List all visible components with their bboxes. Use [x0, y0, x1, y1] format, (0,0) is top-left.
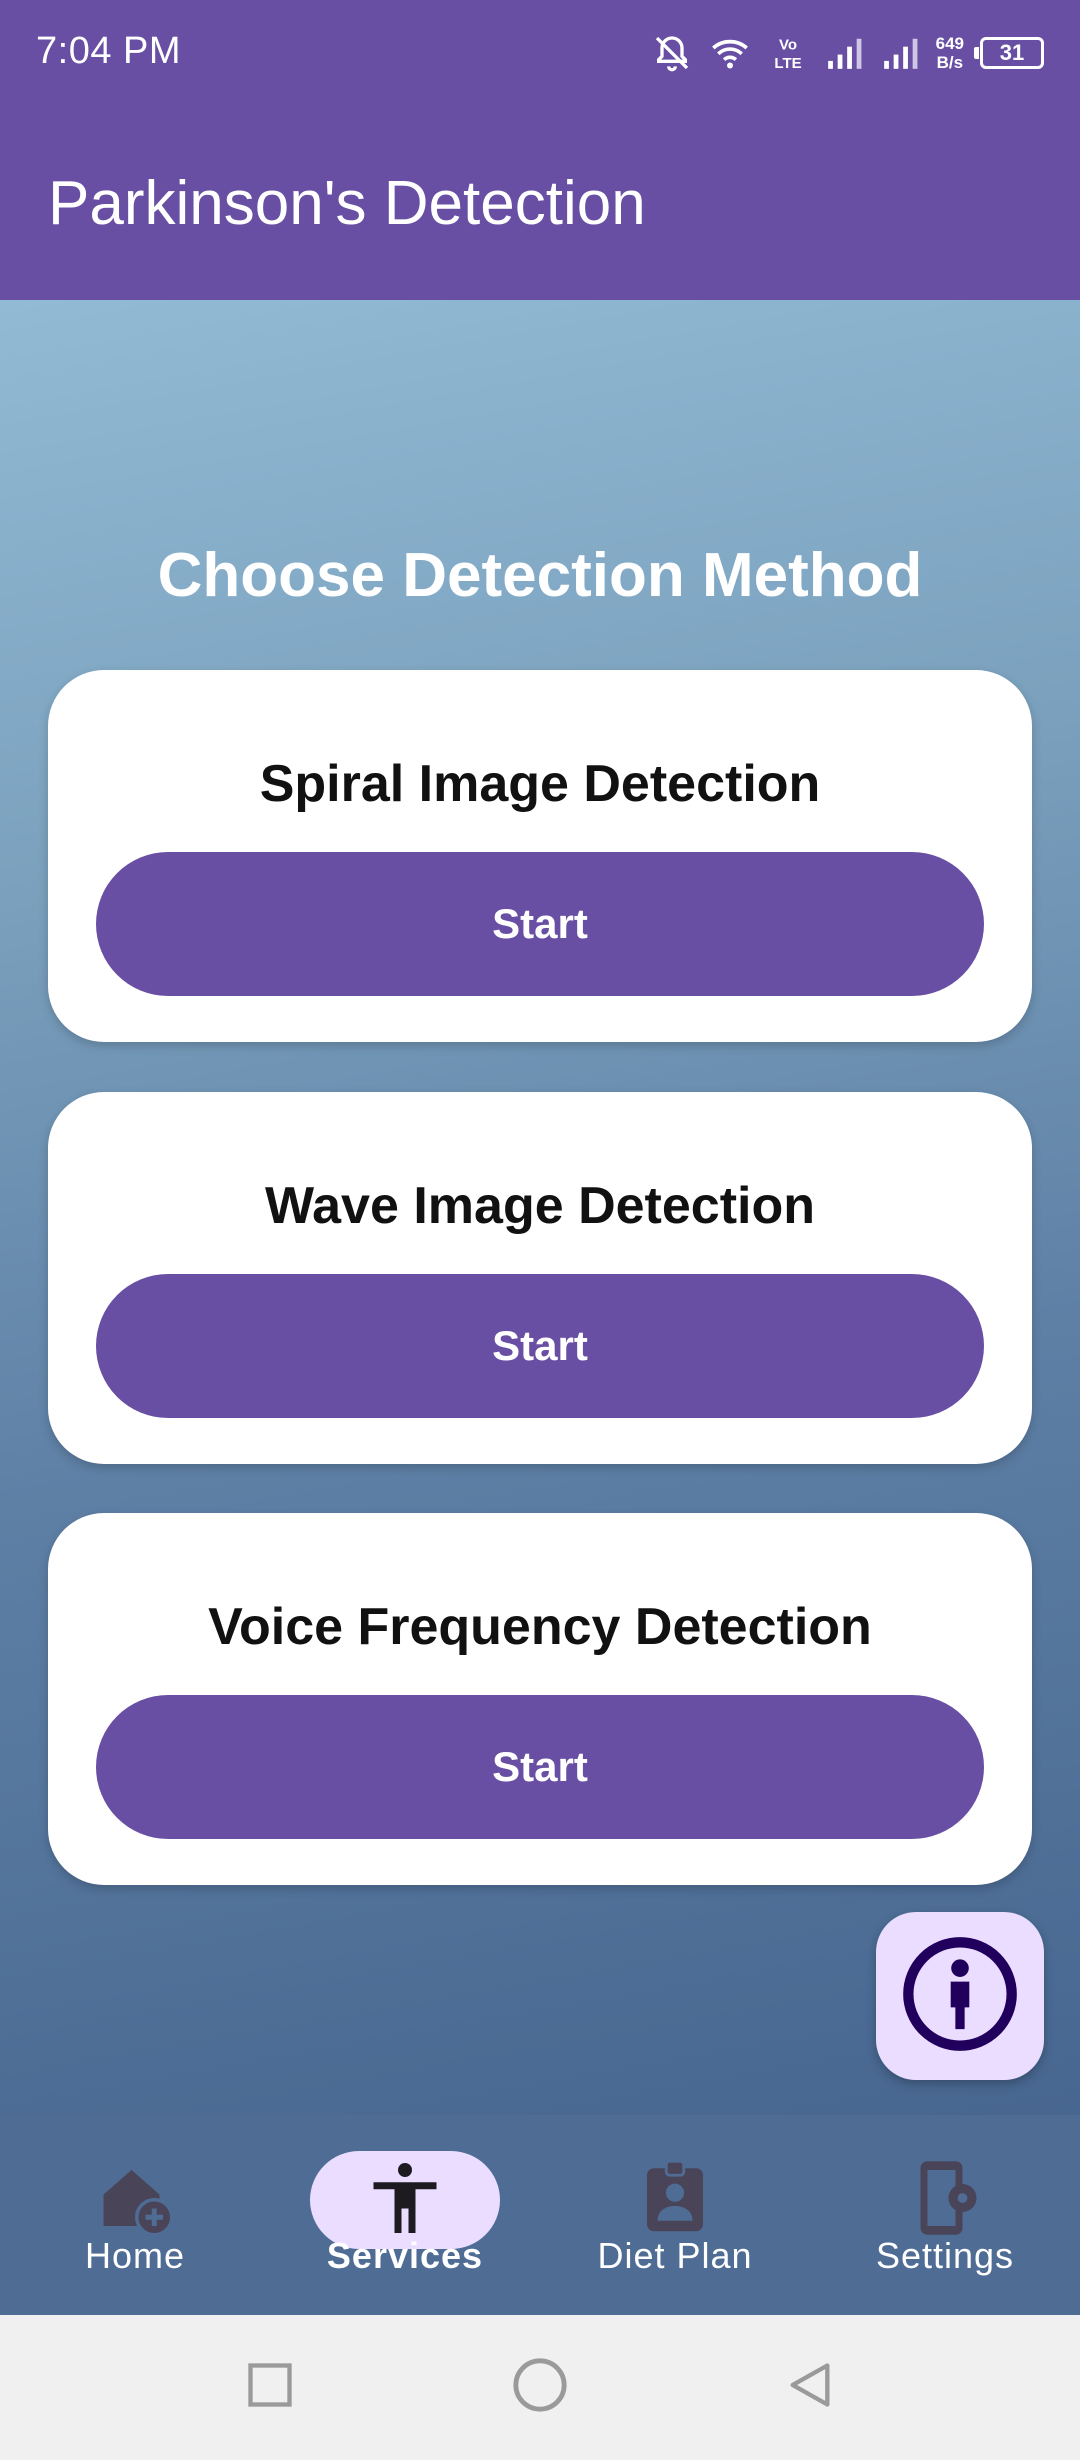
- svg-text:LTE: LTE: [774, 55, 801, 72]
- page-heading: Choose Detection Method: [157, 541, 923, 610]
- bell-off-icon: [652, 33, 692, 73]
- card-title: Wave Image Detection: [264, 1177, 815, 1235]
- home-button[interactable]: [510, 2357, 570, 2417]
- accessibility-fab[interactable]: [876, 1912, 1044, 2080]
- back-button[interactable]: [780, 2357, 840, 2417]
- signal-icon: [824, 34, 864, 72]
- spiral-detection-card: Spiral Image Detection Start: [48, 670, 1032, 1042]
- svg-text:Vo: Vo: [779, 37, 797, 54]
- app-title: Parkinson's Detection: [48, 169, 646, 238]
- status-icons: Vo LTE 649 B/s 31: [652, 28, 1044, 78]
- battery-icon: 31: [974, 37, 1044, 69]
- nav-item-diet-plan[interactable]: Diet Plan: [540, 2115, 810, 2315]
- badge-icon: [633, 2156, 717, 2245]
- card-title: Spiral Image Detection: [259, 755, 821, 813]
- net-speed-unit: B/s: [936, 53, 964, 72]
- voice-start-button[interactable]: Start: [96, 1695, 984, 1839]
- signal-icon: [880, 34, 920, 72]
- nav-item-services[interactable]: Services: [270, 2115, 540, 2315]
- nav-label-home: Home: [84, 2235, 186, 2276]
- status-bar: 7:04 PM Vo LTE 649 B/s 31: [0, 0, 1080, 110]
- nav-item-home[interactable]: Home: [0, 2115, 270, 2315]
- main-content: Choose Detection Method Spiral Image Det…: [0, 300, 1080, 2115]
- card-title: Voice Frequency Detection: [208, 1598, 872, 1656]
- system-navigation-bar: [0, 2315, 1080, 2460]
- battery-level: 31: [999, 40, 1025, 65]
- triangle-back-icon: [784, 2359, 836, 2416]
- bottom-navigation: Home Services Diet Plan Settings: [0, 2115, 1080, 2315]
- wifi-icon: [708, 33, 752, 73]
- status-time: 7:04 PM: [36, 30, 182, 72]
- voice-detection-card: Voice Frequency Detection Start: [48, 1513, 1032, 1885]
- accessibility-icon: [363, 2156, 447, 2245]
- home-add-icon: [93, 2156, 177, 2245]
- wave-detection-card: Wave Image Detection Start: [48, 1092, 1032, 1464]
- net-speed-value: 649: [935, 34, 964, 53]
- net-speed: 649 B/s: [936, 34, 964, 72]
- nav-label-diet-plan: Diet Plan: [597, 2235, 753, 2276]
- phone-settings-icon: [903, 2156, 987, 2245]
- wave-start-button[interactable]: Start: [96, 1274, 984, 1418]
- square-icon: [244, 2359, 296, 2416]
- nav-label-settings: Settings: [875, 2235, 1015, 2276]
- spiral-start-button[interactable]: Start: [96, 852, 984, 996]
- app-header: 7:04 PM Vo LTE 649 B/s 31 Parkinson's De…: [0, 0, 1080, 300]
- recents-button[interactable]: [240, 2357, 300, 2417]
- accessibility-info-icon: [898, 1932, 1022, 2061]
- volte-icon: Vo LTE: [768, 33, 808, 73]
- nav-label-services: Services: [326, 2235, 484, 2276]
- nav-item-settings[interactable]: Settings: [810, 2115, 1080, 2315]
- circle-icon: [511, 2356, 569, 2419]
